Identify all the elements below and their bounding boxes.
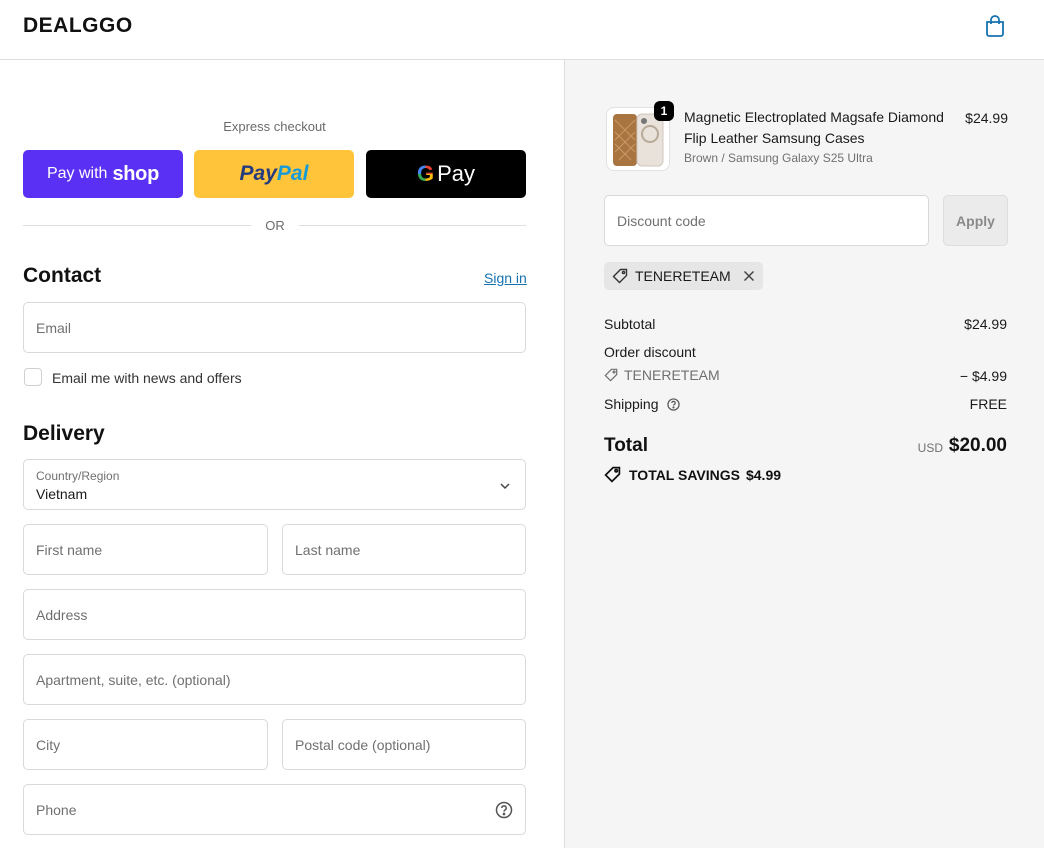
paypal-logo-pal: Pal: [276, 162, 309, 185]
product-name: Magnetic Electroplated Magsafe Diamond F…: [684, 109, 944, 146]
last-name-input[interactable]: [283, 525, 525, 574]
country-select[interactable]: Country/Region Vietnam: [23, 459, 526, 510]
apply-discount-button[interactable]: Apply: [943, 195, 1008, 246]
total-savings-row: TOTAL SAVINGS $4.99: [604, 466, 781, 483]
country-label: Country/Region: [36, 469, 120, 483]
close-icon[interactable]: [743, 270, 755, 282]
discount-value: − $4.99: [959, 368, 1007, 384]
address-field[interactable]: [23, 589, 526, 640]
subtotal-value: $24.99: [964, 316, 1007, 332]
first-name-field[interactable]: [23, 524, 268, 575]
tag-icon: [604, 466, 621, 483]
postal-code-input[interactable]: [283, 720, 525, 769]
total-currency: USD: [917, 441, 943, 455]
tag-icon: [612, 268, 628, 284]
discount-code-input[interactable]: [605, 196, 928, 245]
phone-input[interactable]: [24, 785, 525, 834]
delivery-title: Delivery: [23, 422, 105, 445]
order-summary-panel: 1 Magnetic Electroplated Magsafe Diamond…: [564, 60, 1044, 848]
shipping-value: FREE: [969, 396, 1007, 412]
news-offers-label: Email me with news and offers: [52, 370, 242, 386]
news-offers-checkbox[interactable]: [24, 368, 42, 386]
paypal-logo-pay: Pay: [239, 162, 277, 185]
applied-discount-tag: TENERETEAM: [604, 262, 763, 290]
tag-icon: [604, 368, 618, 382]
email-input[interactable]: [24, 303, 525, 352]
email-field[interactable]: [23, 302, 526, 353]
shipping-label-row: Shipping: [604, 396, 681, 412]
order-discount-label: Order discount: [604, 344, 696, 360]
quantity-badge: 1: [654, 101, 674, 121]
product-price: $24.99: [965, 110, 1008, 126]
shopping-bag-icon[interactable]: [984, 14, 1006, 38]
subtotal-label: Subtotal: [604, 316, 656, 332]
shop-pay-brand: shop: [112, 162, 160, 185]
apartment-field[interactable]: [23, 654, 526, 705]
product-variant: Brown / Samsung Galaxy S25 Ultra: [684, 151, 873, 165]
sign-in-link[interactable]: Sign in: [484, 270, 527, 286]
paypal-button[interactable]: Pay Pal: [194, 150, 354, 198]
total-savings-value: $4.99: [745, 466, 782, 483]
google-pay-label: Pay: [437, 161, 476, 186]
checkout-form-panel: Express checkout Pay with shop Pay Pal G …: [0, 60, 564, 848]
country-value: Vietnam: [36, 486, 88, 502]
applied-discount-code: TENERETEAM: [635, 268, 731, 284]
total-label: Total: [604, 435, 648, 456]
help-circle-icon[interactable]: [495, 801, 513, 819]
chevron-down-icon: [500, 483, 510, 490]
header: DEALGGO: [0, 0, 1044, 60]
or-divider-right: [299, 225, 526, 226]
shop-pay-button[interactable]: Pay with shop: [23, 150, 183, 198]
apartment-input[interactable]: [24, 655, 525, 704]
contact-title: Contact: [23, 264, 102, 287]
city-field[interactable]: [23, 719, 268, 770]
or-divider-text: OR: [265, 218, 285, 233]
help-circle-icon[interactable]: [667, 398, 681, 411]
discount-code-row: TENERETEAM: [604, 367, 720, 383]
address-input[interactable]: [24, 590, 525, 639]
phone-field[interactable]: [23, 784, 526, 835]
or-divider-left: [23, 225, 251, 226]
shipping-label: Shipping: [604, 396, 659, 412]
total-savings-label: TOTAL SAVINGS: [629, 466, 740, 483]
discount-code-text: TENERETEAM: [624, 367, 720, 383]
google-pay-button[interactable]: G Pay: [366, 150, 526, 198]
first-name-input[interactable]: [24, 525, 267, 574]
total-value: $20.00: [948, 435, 1007, 456]
shop-pay-prefix: Pay with: [46, 165, 108, 182]
express-checkout-title: Express checkout: [223, 119, 326, 134]
last-name-field[interactable]: [282, 524, 526, 575]
google-g-icon: G: [416, 161, 435, 186]
postal-code-field[interactable]: [282, 719, 526, 770]
discount-code-field[interactable]: [604, 195, 929, 246]
store-logo[interactable]: DEALGGO: [23, 14, 133, 38]
city-input[interactable]: [24, 720, 267, 769]
